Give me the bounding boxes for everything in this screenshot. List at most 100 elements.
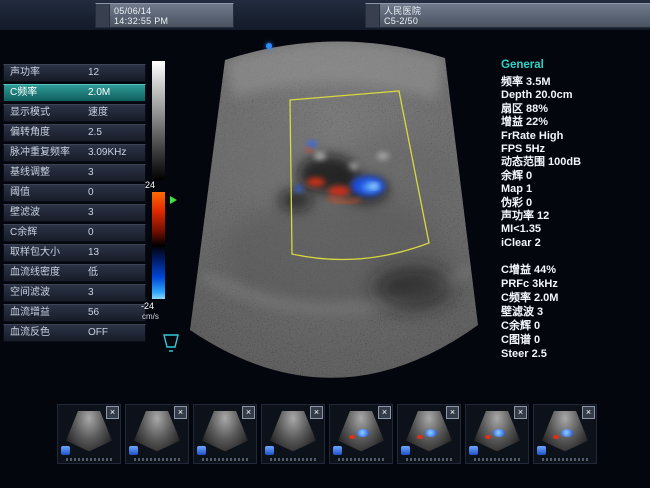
param-label: 血流增益 — [10, 305, 50, 321]
param-value: 12 — [88, 65, 99, 81]
param-label: 显示模式 — [10, 105, 50, 121]
doppler-red-spot — [553, 435, 559, 439]
preset-header: General — [501, 59, 649, 71]
thumbnail[interactable]: × — [193, 404, 257, 464]
thumbnail[interactable]: × — [125, 404, 189, 464]
close-icon[interactable]: × — [378, 406, 391, 419]
param-value: OFF — [88, 325, 108, 341]
param-value: 3 — [88, 205, 94, 221]
info-line: iClear 2 — [501, 237, 649, 250]
close-icon[interactable]: × — [310, 406, 323, 419]
thumbnail-caption — [66, 458, 112, 461]
close-icon[interactable]: × — [446, 406, 459, 419]
hospital-panel: 人民医院 C5-2/50 — [365, 3, 650, 28]
param-row[interactable]: 血流反色 OFF — [3, 324, 146, 342]
thumbnail-caption — [542, 458, 588, 461]
thumbnail[interactable]: × — [533, 404, 597, 464]
close-icon[interactable]: × — [514, 406, 527, 419]
ultrasound-screen: 05/06/14 14:32:55 PM 人民医院 C5-2/50 声功率 12… — [0, 0, 650, 488]
param-value: 速度 — [88, 105, 108, 121]
cine-icon — [469, 446, 478, 455]
info-line: FrRate High — [501, 130, 649, 143]
param-label: 声功率 — [10, 65, 40, 81]
param-label: 血流反色 — [10, 325, 50, 341]
focus-marker-icon — [170, 196, 177, 204]
doppler-blue-spot — [561, 429, 573, 437]
info-line: FPS 5Hz — [501, 143, 649, 156]
param-row[interactable]: 显示模式 速度 — [3, 104, 146, 122]
param-row[interactable]: 基线调整 3 — [3, 164, 146, 182]
velocity-max-label: 24 — [145, 180, 155, 190]
cine-icon — [333, 446, 342, 455]
thumbnail-caption — [270, 458, 316, 461]
info-line: 壁滤波 3 — [501, 305, 649, 319]
thumbnail[interactable]: × — [465, 404, 529, 464]
doppler-blue-spot — [357, 429, 369, 437]
param-label: C频率 — [10, 85, 37, 101]
thumbnail[interactable]: × — [57, 404, 121, 464]
close-icon[interactable]: × — [582, 406, 595, 419]
info-line: C频率 2.0M — [501, 291, 649, 305]
info-line: Depth 20.0cm — [501, 89, 649, 102]
param-value: 低 — [88, 265, 98, 281]
info-line: 声功率 12 — [501, 210, 649, 223]
param-row[interactable]: 阈值 0 — [3, 184, 146, 202]
datetime-panel: 05/06/14 14:32:55 PM — [95, 3, 234, 28]
thumbnail[interactable]: × — [329, 404, 393, 464]
date-text: 05/06/14 — [114, 6, 168, 16]
info-line: C增益 44% — [501, 263, 649, 277]
param-label: C余辉 — [10, 225, 37, 241]
close-icon[interactable]: × — [106, 406, 119, 419]
top-bar: 05/06/14 14:32:55 PM 人民医院 C5-2/50 — [0, 0, 650, 30]
cine-icon — [197, 446, 206, 455]
param-label: 阈值 — [10, 185, 30, 201]
doppler-blue-spot — [493, 429, 505, 437]
grayscale-bar — [152, 61, 165, 180]
info-panel: General 频率 3.5M Depth 20.0cm 扇区 88% 增益 2… — [501, 59, 649, 361]
info-line: 动态范围 100dB — [501, 156, 649, 169]
param-value: 3 — [88, 285, 94, 301]
ultrasound-image — [178, 38, 494, 386]
color-info-group: C增益 44% PRFc 3kHz C频率 2.0M 壁滤波 3 C余辉 0 C… — [501, 263, 649, 361]
param-row[interactable]: 偏转角度 2.5 — [3, 124, 146, 142]
bmode-info-group: 频率 3.5M Depth 20.0cm 扇区 88% 增益 22% FrRat… — [501, 76, 649, 250]
info-line: Map 1 — [501, 183, 649, 196]
cine-icon — [129, 446, 138, 455]
thumbnail[interactable]: × — [261, 404, 325, 464]
panel-notch — [366, 4, 380, 27]
param-row[interactable]: 壁滤波 3 — [3, 204, 146, 222]
doppler-red-spot — [485, 435, 491, 439]
doppler-red-spot — [349, 435, 355, 439]
close-icon[interactable]: × — [242, 406, 255, 419]
info-line: C余辉 0 — [501, 319, 649, 333]
thumbnail-caption — [406, 458, 452, 461]
cine-icon — [537, 446, 546, 455]
cursor-dot — [266, 43, 272, 49]
param-label: 基线调整 — [10, 165, 50, 181]
close-icon[interactable]: × — [174, 406, 187, 419]
param-row[interactable]: C余辉 0 — [3, 224, 146, 242]
param-row-selected[interactable]: C频率 2.0M — [3, 84, 146, 102]
param-value: 2.5 — [88, 125, 102, 141]
param-row[interactable]: 空间滤波 3 — [3, 284, 146, 302]
thumbnail[interactable]: × — [397, 404, 461, 464]
param-value: 0 — [88, 225, 94, 241]
panel-notch — [96, 4, 110, 27]
hospital-text: 人民医院 — [384, 6, 421, 16]
info-line: 增益 22% — [501, 116, 649, 129]
cine-icon — [401, 446, 410, 455]
info-line: MI<1.35 — [501, 223, 649, 236]
param-row[interactable]: 血流线密度 低 — [3, 264, 146, 282]
doppler-red-spot — [417, 435, 423, 439]
velocity-unit-label: cm/s — [142, 312, 159, 321]
param-label: 偏转角度 — [10, 125, 50, 141]
thumbnail-caption — [202, 458, 248, 461]
param-row[interactable]: 脉冲重复频率 3.09KHz — [3, 144, 146, 162]
info-line: Steer 2.5 — [501, 347, 649, 361]
param-value: 3.09KHz — [88, 145, 126, 161]
parameter-panel: 声功率 12 C频率 2.0M 显示模式 速度 偏转角度 2.5 脉冲重复频率 … — [3, 64, 146, 344]
param-row[interactable]: 血流增益 56 — [3, 304, 146, 322]
time-text: 14:32:55 PM — [114, 16, 168, 26]
param-row[interactable]: 声功率 12 — [3, 64, 146, 82]
param-row[interactable]: 取样包大小 13 — [3, 244, 146, 262]
